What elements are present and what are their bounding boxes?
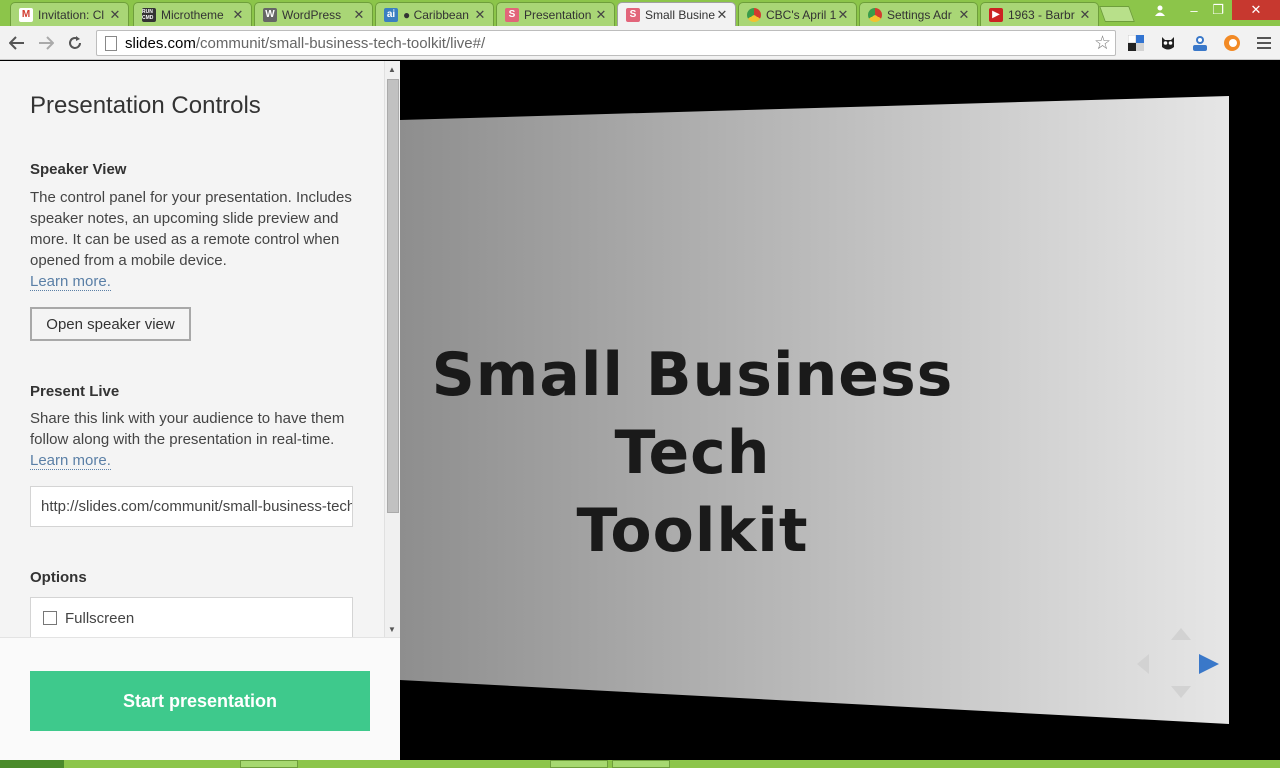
speaker-view-heading: Speaker View <box>30 161 127 178</box>
youtube-icon: ▶ <box>989 7 1003 22</box>
firefox-style-extension-icon[interactable] <box>1222 33 1242 53</box>
runcmd-icon: RUN CMD <box>142 7 156 22</box>
tab-close-icon[interactable]: ✕ <box>352 7 366 23</box>
panel-scrollbar[interactable]: ▲ ▼ <box>384 61 400 637</box>
profile-icon[interactable] <box>1146 0 1174 20</box>
back-button[interactable] <box>6 32 28 54</box>
taskbar-item[interactable] <box>550 760 608 768</box>
tab-close-icon[interactable]: ✕ <box>957 7 971 23</box>
delicious-extension-icon[interactable] <box>1126 33 1146 53</box>
browser-tab[interactable]: Settings Adr ✕ <box>859 2 978 26</box>
tab-strip: M Invitation: Cl ✕ RUN CMD Microtheme ✕ W WordP… <box>0 0 1280 26</box>
nav-left-arrow-icon[interactable] <box>1137 654 1149 674</box>
open-speaker-view-button[interactable]: Open speaker view <box>30 307 191 341</box>
panel-title: Presentation Controls <box>30 92 261 119</box>
ai-icon: ai <box>384 7 398 22</box>
browser-tab[interactable]: ▶ 1963 - Barbr ✕ <box>980 2 1099 26</box>
hootsuite-owl-icon[interactable] <box>1158 33 1178 53</box>
options-heading: Options <box>30 569 87 586</box>
tab-close-icon[interactable]: ✕ <box>231 7 245 23</box>
scroll-up-arrow-icon[interactable]: ▲ <box>388 65 396 74</box>
slides-icon: S <box>626 7 640 22</box>
tab-title: Settings Adr <box>887 7 952 22</box>
browser-tab[interactable]: S Presentation ✕ <box>496 2 615 26</box>
slide-navigation-controls <box>1137 628 1219 698</box>
browser-tab[interactable]: W WordPress ✕ <box>254 2 373 26</box>
maximize-button[interactable]: ❐ <box>1204 0 1232 20</box>
taskbar <box>0 760 1280 768</box>
browser-toolbar: slides.com/communit/small-business-tech-… <box>0 26 1280 60</box>
present-live-heading: Present Live <box>30 383 120 400</box>
browser-tab[interactable]: ai ● Caribbean ✕ <box>375 2 494 26</box>
tab-close-icon[interactable]: ✕ <box>473 7 487 23</box>
forward-button[interactable] <box>35 32 57 54</box>
present-live-description: Share this link with your audience to ha… <box>30 410 345 470</box>
fullscreen-label: Fullscreen <box>65 610 135 627</box>
taskbar-item[interactable] <box>612 760 670 768</box>
panel-footer: Start presentation <box>0 637 400 760</box>
browser-tab[interactable]: CBC's April 1 ✕ <box>738 2 857 26</box>
chrome-icon <box>747 7 761 22</box>
browser-tab[interactable]: S Small Busine ✕ <box>617 2 736 26</box>
tab-title: Presentation <box>524 7 592 22</box>
tab-title: 1963 - Barbr <box>1008 7 1075 22</box>
tab-close-icon[interactable]: ✕ <box>1078 7 1092 23</box>
nav-right-arrow-icon[interactable] <box>1199 654 1219 674</box>
slides-icon: S <box>505 7 519 22</box>
address-bar[interactable]: slides.com/communit/small-business-tech-… <box>96 30 1116 56</box>
nav-down-arrow-icon[interactable] <box>1171 686 1191 698</box>
tab-close-icon[interactable]: ✕ <box>594 7 608 23</box>
new-tab-button[interactable] <box>1099 6 1135 22</box>
presentation-controls-panel: Presentation Controls Speaker View The c… <box>0 61 400 760</box>
chrome-menu-icon[interactable] <box>1254 33 1274 53</box>
tab-title: Small Busine <box>645 7 715 22</box>
live-link-field[interactable]: http://slides.com/communit/small-busines… <box>30 486 353 527</box>
slide-stage: Small Business Tech Toolkit <box>400 61 1280 760</box>
present-live-learn-more-link[interactable]: Learn more. <box>30 452 111 470</box>
scrollbar-thumb[interactable] <box>387 79 399 513</box>
speaker-view-description: The control panel for your presentation.… <box>30 189 352 291</box>
tab-title: Microtheme <box>161 7 224 22</box>
slide-title: Small Business Tech Toolkit <box>431 340 954 566</box>
nav-up-arrow-icon[interactable] <box>1171 628 1191 640</box>
tab-close-icon[interactable]: ✕ <box>715 7 729 23</box>
chrome-icon <box>868 7 882 22</box>
tab-title: WordPress <box>282 7 342 22</box>
url-host: slides.com <box>125 34 196 52</box>
start-button[interactable] <box>0 760 64 768</box>
taskbar-item[interactable] <box>240 760 298 768</box>
tab-title: CBC's April 1 <box>766 7 836 22</box>
start-presentation-button[interactable]: Start presentation <box>30 671 370 731</box>
browser-tab[interactable]: M Invitation: Cl ✕ <box>10 2 129 26</box>
bookmark-star-icon[interactable]: ☆ <box>1094 32 1111 55</box>
gmail-icon: M <box>19 7 33 22</box>
browser-tab[interactable]: RUN CMD Microtheme ✕ <box>133 2 252 26</box>
tab-close-icon[interactable]: ✕ <box>108 7 122 23</box>
scroll-down-arrow-icon[interactable]: ▼ <box>388 625 396 634</box>
tab-title: ● Caribbean <box>403 7 469 22</box>
tab-close-icon[interactable]: ✕ <box>836 7 850 23</box>
wordpress-icon: W <box>263 7 277 22</box>
fullscreen-checkbox[interactable] <box>43 611 57 625</box>
panel-scroll-area[interactable]: Presentation Controls Speaker View The c… <box>0 61 384 637</box>
url-path: /communit/small-business-tech-toolkit/li… <box>195 34 486 52</box>
speaker-view-learn-more-link[interactable]: Learn more. <box>30 273 111 291</box>
tab-title: Invitation: Cl <box>38 7 105 22</box>
reload-button[interactable] <box>64 32 86 54</box>
fullscreen-option[interactable]: Fullscreen <box>30 597 353 637</box>
page-icon <box>105 35 117 51</box>
user-extension-icon[interactable] <box>1190 33 1210 53</box>
close-window-button[interactable]: ✕ <box>1232 0 1280 20</box>
